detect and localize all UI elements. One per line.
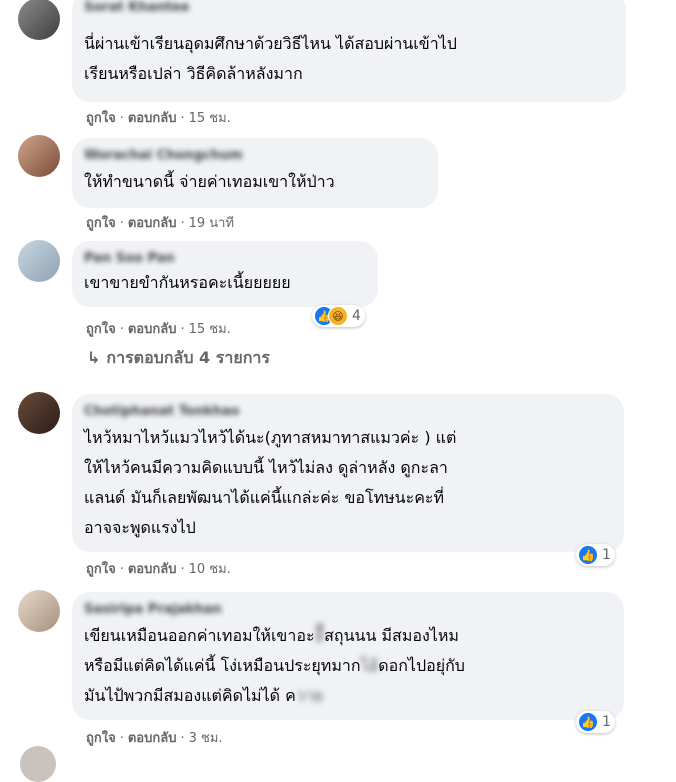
timestamp[interactable]: 19 นาที — [189, 216, 234, 231]
timestamp[interactable]: 15 ชม. — [189, 111, 231, 126]
reply-link[interactable]: ตอบกลับ — [128, 562, 177, 577]
comment-text: นี่ผ่านเข้าเรียนอุดมศึกษาด้วยวิธีไหน ได้… — [84, 34, 457, 83]
commenter-name[interactable]: Sorat Khantee — [84, 0, 614, 16]
like-link[interactable]: ถูกใจ — [86, 562, 116, 577]
reply-link[interactable]: ตอบกลับ — [128, 216, 177, 231]
censored-text: วาย — [295, 686, 324, 705]
censored-text: อี — [314, 626, 325, 645]
like-link[interactable]: ถูกใจ — [86, 111, 116, 126]
commenter-name[interactable]: Sasiripa Prajakhan — [84, 592, 612, 618]
reply-link[interactable]: ตอบกลับ — [128, 111, 177, 126]
avatar[interactable] — [20, 746, 56, 782]
reaction-count: 4 — [352, 308, 361, 324]
like-link[interactable]: ถูกใจ — [86, 216, 116, 231]
commenter-name[interactable]: Worachai Chongchum — [84, 138, 426, 164]
reaction-count: 1 — [602, 714, 611, 730]
reaction-summary[interactable]: 👍 1 — [576, 711, 615, 733]
like-reaction-icon: 👍 — [578, 712, 598, 732]
reaction-count: 1 — [602, 547, 611, 563]
comment-actions: ถูกใจ · ตอบกลับ · 15 ชม. — [86, 111, 231, 126]
comment-bubble: Sorat Khantee นี่ผ่านเข้าเรียนอุดมศึกษาด… — [72, 0, 626, 102]
like-link[interactable]: ถูกใจ — [86, 731, 116, 746]
timestamp[interactable]: 15 ชม. — [189, 322, 231, 337]
avatar[interactable] — [18, 0, 60, 40]
reply-arrow-icon: ↳ — [87, 348, 101, 367]
reply-link[interactable]: ตอบกลับ — [128, 322, 177, 337]
comment-bubble: Worachai Chongchum ให้ทำขนาดนี้ จ่ายค่าเ… — [72, 138, 438, 208]
like-reaction-icon: 👍 — [578, 545, 598, 565]
comment-bubble: Chotiphanat Tonkhao ไหว้หมาไหว้แมวไหว้ได… — [72, 394, 624, 552]
commenter-name[interactable]: Chotiphanat Tonkhao — [84, 394, 612, 420]
reaction-summary[interactable]: 👍 1 — [576, 544, 615, 566]
timestamp[interactable]: 10 ชม. — [189, 562, 231, 577]
like-link[interactable]: ถูกใจ — [86, 322, 116, 337]
reaction-summary[interactable]: 👍 😆 4 — [312, 305, 365, 327]
haha-reaction-icon: 😆 — [328, 306, 348, 326]
timestamp[interactable]: 3 ชม. — [189, 731, 223, 746]
commenter-name[interactable]: Pan Soo Pan — [84, 241, 366, 267]
avatar[interactable] — [18, 590, 60, 632]
comment-text: เขียนเหมือนออกค่าเทอมให้เขาอะอีีสถุนนน ม… — [84, 626, 465, 705]
comment-text: เขาขายขำกันหรอคะเนี้ยยยยย — [84, 273, 291, 292]
comment-text: ไหว้หมาไหว้แมวไหว้ได้นะ(ภูทาสหมาทาสแมวค่… — [84, 428, 457, 537]
comment-actions: ถูกใจ · ตอบกลับ · 19 นาที — [86, 216, 235, 231]
comment-actions: ถูกใจ · ตอบกลับ · 10 ชม. — [86, 562, 231, 577]
avatar[interactable] — [18, 240, 60, 282]
reply-link[interactable]: ตอบกลับ — [128, 731, 177, 746]
avatar[interactable] — [18, 135, 60, 177]
comment-bubble: Pan Soo Pan เขาขายขำกันหรอคะเนี้ยยยยย — [72, 241, 378, 307]
comment-actions: ถูกใจ · ตอบกลับ · 15 ชม. — [86, 322, 231, 337]
censored-text: ไอ้ — [360, 656, 379, 675]
comment-bubble: Sasiripa Prajakhan เขียนเหมือนออกค่าเทอม… — [72, 592, 624, 720]
comment-text: ให้ทำขนาดนี้ จ่ายค่าเทอมเขาให้ป่าว — [84, 172, 335, 191]
comment-actions: ถูกใจ · ตอบกลับ · 3 ชม. — [86, 731, 223, 746]
view-replies-link[interactable]: ↳ การตอบกลับ 4 รายการ — [87, 346, 270, 371]
avatar[interactable] — [18, 392, 60, 434]
